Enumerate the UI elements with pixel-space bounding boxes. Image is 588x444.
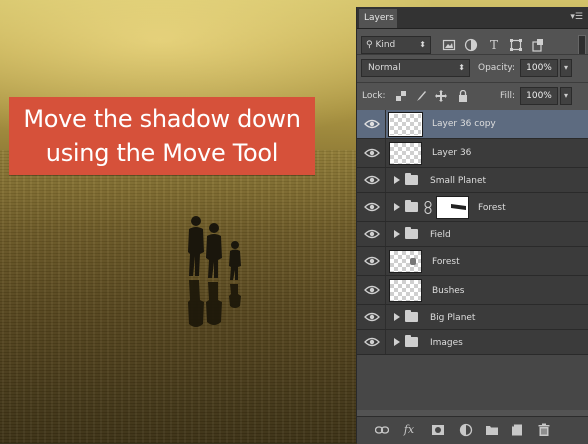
layer-name[interactable]: Forest: [432, 257, 460, 267]
thumbnail-content: [410, 258, 416, 265]
expand-triangle-icon[interactable]: [394, 313, 400, 321]
folder-icon: [405, 200, 418, 212]
layer-row-small-planet[interactable]: Small Planet: [357, 168, 588, 193]
layer-name[interactable]: Layer 36: [432, 148, 471, 158]
layer-row-forest-group[interactable]: Forest: [357, 193, 588, 222]
family-silhouette: [188, 216, 241, 327]
layer-row-layer-36[interactable]: Layer 36: [357, 139, 588, 168]
layer-row-images[interactable]: Images: [357, 330, 588, 355]
kind-label: Kind: [375, 40, 396, 50]
add-mask-icon[interactable]: [431, 423, 445, 437]
fx-icon[interactable]: fx: [402, 423, 416, 437]
visibility-eye-icon[interactable]: [364, 147, 380, 159]
expand-triangle-icon[interactable]: [394, 203, 400, 211]
layers-list: Layer 36 copy Layer 36 Small Planet Fore…: [357, 110, 588, 410]
divider: [357, 54, 588, 55]
adjustment-filter-icon[interactable]: [464, 38, 478, 52]
layer-row-bushes[interactable]: Bushes: [357, 276, 588, 305]
visibility-eye-icon[interactable]: [364, 228, 380, 240]
smart-object-filter-icon[interactable]: [531, 38, 545, 52]
mask-shape: [451, 203, 466, 211]
opacity-input[interactable]: 100%: [520, 59, 558, 77]
caption-line-1: Move the shadow down: [23, 105, 301, 133]
layers-empty-area: [357, 355, 588, 410]
filter-toggle-switch[interactable]: [578, 35, 586, 55]
layer-thumbnail: [389, 250, 422, 273]
visibility-eye-icon[interactable]: [364, 336, 380, 348]
divider: [385, 139, 386, 167]
folder-icon: [405, 227, 418, 239]
layer-name[interactable]: Bushes: [432, 286, 465, 296]
layer-row-forest[interactable]: Forest: [357, 247, 588, 276]
new-group-icon[interactable]: [485, 423, 499, 437]
lock-transparent-pixels-icon[interactable]: [395, 90, 407, 102]
visibility-eye-icon[interactable]: [364, 284, 380, 296]
lock-all-icon[interactable]: [457, 90, 469, 102]
new-layer-icon[interactable]: [511, 423, 525, 437]
layer-row-big-planet[interactable]: Big Planet: [357, 305, 588, 330]
visibility-eye-icon[interactable]: [364, 174, 380, 186]
divider: [385, 247, 386, 275]
lock-image-pixels-icon[interactable]: [415, 90, 427, 102]
lock-label: Lock:: [362, 91, 386, 101]
layers-footer: fx: [357, 416, 588, 444]
blend-mode-select[interactable]: Normal ⬍: [361, 59, 470, 77]
expand-triangle-icon[interactable]: [394, 338, 400, 346]
layer-thumbnail: [389, 142, 422, 165]
layers-tab[interactable]: Layers: [359, 9, 397, 28]
layer-name[interactable]: Layer 36 copy: [432, 119, 496, 129]
layer-name[interactable]: Images: [430, 338, 463, 348]
folder-icon: [405, 310, 418, 322]
fill-label: Fill:: [500, 91, 516, 101]
visibility-eye-icon[interactable]: [364, 311, 380, 323]
instruction-caption: Move the shadow down using the Move Tool: [9, 97, 315, 175]
trash-icon[interactable]: [537, 423, 551, 437]
divider: [385, 222, 386, 246]
panel-menu-icon[interactable]: ▾☰: [570, 11, 583, 23]
visibility-eye-icon[interactable]: [364, 201, 380, 213]
blend-mode-value: Normal: [368, 63, 401, 73]
kind-filter-select[interactable]: ⚲ Kind ⬍: [361, 36, 431, 54]
layer-mask-thumbnail[interactable]: [436, 196, 469, 219]
shape-filter-icon[interactable]: [509, 38, 523, 52]
chevron-updown-icon: ⬍: [458, 63, 465, 72]
mask-link-icon[interactable]: [424, 201, 432, 214]
layers-panel: Layers ▾☰ ⚲ Kind ⬍ T Normal ⬍ Opacity: 1…: [356, 7, 588, 444]
panel-tabbar: Layers ▾☰: [357, 7, 588, 29]
layer-row-field[interactable]: Field: [357, 222, 588, 247]
lock-position-icon[interactable]: [435, 90, 447, 102]
caption-line-2: using the Move Tool: [45, 139, 279, 167]
fill-dropdown-button[interactable]: ▾: [560, 87, 572, 105]
layer-row-layer-36-copy[interactable]: Layer 36 copy: [357, 110, 588, 139]
type-filter-icon[interactable]: T: [487, 38, 501, 52]
fill-input[interactable]: 100%: [520, 87, 558, 105]
opacity-dropdown-button[interactable]: ▾: [560, 59, 572, 77]
chevron-updown-icon: ⬍: [419, 40, 426, 49]
adjustment-layer-icon[interactable]: [459, 423, 473, 437]
pixel-filter-icon[interactable]: [442, 38, 456, 52]
divider: [385, 193, 386, 221]
layer-thumbnail: [389, 279, 422, 302]
visibility-eye-icon[interactable]: [364, 255, 380, 267]
divider: [357, 82, 588, 83]
divider: [385, 110, 386, 138]
layer-name[interactable]: Field: [430, 230, 451, 240]
divider: [385, 305, 386, 329]
divider: [385, 330, 386, 354]
opacity-label: Opacity:: [478, 63, 515, 73]
folder-icon: [405, 173, 418, 185]
link-layers-icon[interactable]: [375, 423, 389, 437]
layer-thumbnail: [388, 112, 423, 137]
layer-name[interactable]: Small Planet: [430, 176, 486, 186]
expand-triangle-icon[interactable]: [394, 176, 400, 184]
visibility-eye-icon[interactable]: [364, 118, 380, 130]
expand-triangle-icon[interactable]: [394, 230, 400, 238]
layer-name[interactable]: Forest: [478, 203, 506, 213]
layer-name[interactable]: Big Planet: [430, 313, 475, 323]
divider: [385, 276, 386, 304]
folder-icon: [405, 335, 418, 347]
divider: [385, 168, 386, 192]
